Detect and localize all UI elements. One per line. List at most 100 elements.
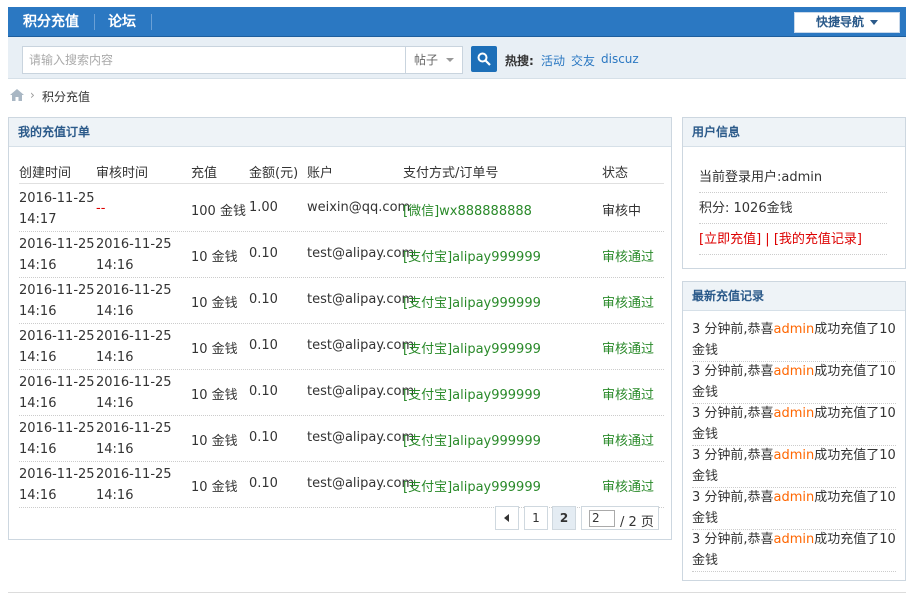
recent-unit: 金钱	[692, 511, 719, 526]
created-date: 2016-11-25	[19, 421, 95, 436]
created-clock: 14:17	[19, 212, 57, 227]
created-date: 2016-11-25	[19, 467, 95, 482]
list-item: 3 分钟前,恭喜admin成功充值了10 金钱	[692, 487, 896, 530]
created-clock: 14:16	[19, 442, 57, 457]
review-date: 2016-11-25	[96, 329, 172, 344]
col-account: 账户	[307, 166, 334, 181]
recent-user-link[interactable]: admin	[774, 532, 815, 547]
recent-user-link[interactable]: admin	[774, 406, 815, 421]
recent-user-link[interactable]: admin	[774, 490, 815, 505]
orders-panel: 我的充值订单 创建时间 审核时间 充值 金额(元) 账户 支付方式/订单号 状态…	[8, 117, 672, 540]
payment-order-id: [支付宝]alipay999999	[403, 480, 541, 495]
recharge-amount: 10 金钱	[191, 388, 238, 403]
review-date: 2016-11-25	[96, 283, 172, 298]
hot-link-friends[interactable]: 交友	[571, 52, 595, 69]
search-icon	[477, 52, 491, 66]
user-links: [立即充值] | [我的充值记录]	[699, 225, 887, 255]
payment-account: test@alipay.com	[307, 430, 415, 445]
recharge-money: 0.10	[249, 292, 278, 307]
created-clock: 14:16	[19, 258, 57, 273]
page-1-button[interactable]: 1	[524, 506, 548, 530]
recent-suffix: 成功充值了10	[814, 490, 896, 505]
recharge-amount: 10 金钱	[191, 480, 238, 495]
recharge-now-link[interactable]: [立即充值]	[699, 232, 761, 247]
recent-suffix: 成功充值了10	[814, 364, 896, 379]
created-date: 2016-11-25	[19, 375, 95, 390]
review-clock: 14:16	[96, 396, 134, 411]
list-item: 3 分钟前,恭喜admin成功充值了10 金钱	[692, 403, 896, 446]
recent-user-link[interactable]: admin	[774, 364, 815, 379]
review-clock: 14:16	[96, 488, 134, 503]
review-date: 2016-11-25	[96, 467, 172, 482]
recent-unit: 金钱	[692, 385, 719, 400]
created-date: 2016-11-25	[19, 329, 95, 344]
review-date: 2016-11-25	[96, 375, 172, 390]
recent-recharges-title: 最新充值记录	[683, 282, 905, 311]
created-clock: 14:16	[19, 304, 57, 319]
order-status: 审核通过	[602, 342, 655, 357]
page-2-button[interactable]: 2	[552, 506, 576, 530]
list-item: 3 分钟前,恭喜admin成功充值了10 金钱	[692, 445, 896, 488]
payment-order-id: [支付宝]alipay999999	[403, 434, 541, 449]
list-item: 3 分钟前,恭喜admin成功充值了10 金钱	[692, 361, 896, 404]
recent-user-link[interactable]: admin	[774, 322, 815, 337]
review-date: --	[96, 201, 106, 216]
recharge-money: 0.10	[249, 246, 278, 261]
recent-unit: 金钱	[692, 343, 719, 358]
my-records-link[interactable]: [我的充值记录]	[774, 232, 862, 247]
col-review-time: 审核时间	[96, 166, 149, 181]
col-created-time: 创建时间	[19, 166, 72, 181]
payment-account: test@alipay.com	[307, 476, 415, 491]
recent-unit: 金钱	[692, 469, 719, 484]
recharge-money: 0.10	[249, 338, 278, 353]
col-recharge: 充值	[191, 166, 218, 181]
created-clock: 14:16	[19, 396, 57, 411]
order-status: 审核通过	[602, 480, 655, 495]
recharge-money: 0.10	[249, 430, 278, 445]
recent-suffix: 成功充值了10	[814, 448, 896, 463]
payment-order-id: [支付宝]alipay999999	[403, 388, 541, 403]
recent-prefix: 3 分钟前,恭喜	[692, 490, 774, 505]
recent-unit: 金钱	[692, 427, 719, 442]
review-clock: 14:16	[96, 304, 134, 319]
hot-search-label: 热搜:	[505, 54, 534, 68]
search-button[interactable]	[471, 46, 497, 72]
review-clock: 14:16	[96, 350, 134, 365]
recent-prefix: 3 分钟前,恭喜	[692, 532, 774, 547]
col-amount: 金额(元)	[249, 166, 299, 181]
payment-account: test@alipay.com	[307, 292, 415, 307]
quick-nav-button[interactable]: 快捷导航	[794, 12, 900, 33]
hot-link-discuz[interactable]: discuz	[601, 52, 639, 66]
table-row: 2016-11-25 14:16 2016-11-25 14:16 10 金钱 0.10 t…	[19, 370, 664, 416]
chevron-left-icon	[504, 514, 509, 522]
page-jump-input[interactable]: 2	[589, 510, 615, 527]
recent-recharges-panel: 最新充值记录 3 分钟前,恭喜admin成功充值了10 金钱 3 分钟前,恭喜adm…	[682, 281, 906, 581]
payment-order-id: [支付宝]alipay999999	[403, 250, 541, 265]
search-input[interactable]: 请输入搜索内容	[22, 46, 406, 74]
prev-page-button[interactable]	[495, 506, 519, 530]
nav-item-forum[interactable]: 论坛	[108, 7, 136, 37]
payment-account: test@alipay.com	[307, 246, 415, 261]
payment-account: weixin@qq.com	[307, 200, 411, 215]
recharge-amount: 100 金钱	[191, 204, 246, 219]
link-divider: |	[765, 232, 770, 247]
current-user: 当前登录用户:admin	[699, 163, 887, 193]
recharge-amount: 10 金钱	[191, 342, 238, 357]
page-jump: 2 / 2 页	[581, 506, 659, 530]
table-row: 2016-11-25 14:16 2016-11-25 14:16 10 金钱 0.10 t…	[19, 462, 664, 508]
nav-divider	[151, 14, 152, 30]
breadcrumb-separator: ›	[30, 88, 35, 102]
home-icon[interactable]	[10, 89, 24, 101]
recent-user-link[interactable]: admin	[774, 448, 815, 463]
search-type-select[interactable]: 帖子	[406, 46, 463, 74]
table-row: 2016-11-25 14:16 2016-11-25 14:16 10 金钱 0.10 t…	[19, 324, 664, 370]
recent-prefix: 3 分钟前,恭喜	[692, 406, 774, 421]
nav-item-points-recharge[interactable]: 积分充值	[23, 7, 79, 37]
breadcrumb-current: 积分充值	[42, 90, 91, 104]
list-item: 3 分钟前,恭喜admin成功充值了10 金钱	[692, 529, 896, 572]
table-row: 2016-11-25 14:16 2016-11-25 14:16 10 金钱 0.10 t…	[19, 416, 664, 462]
order-status: 审核通过	[602, 296, 655, 311]
recharge-amount: 10 金钱	[191, 296, 238, 311]
hot-link-activity[interactable]: 活动	[541, 52, 565, 69]
payment-account: test@alipay.com	[307, 384, 415, 399]
